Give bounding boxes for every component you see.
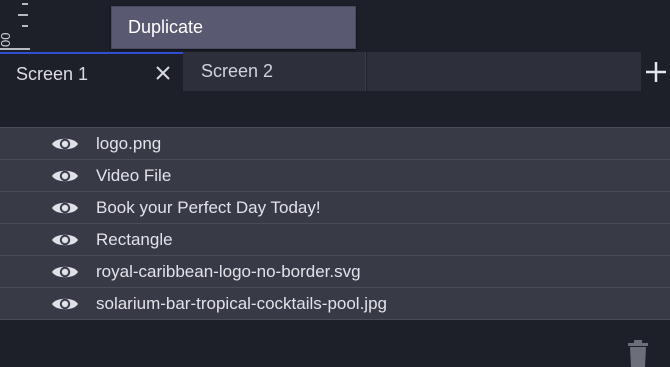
layer-name: logo.png bbox=[96, 134, 162, 153]
tab-screen-1[interactable]: Screen 1 bbox=[0, 52, 183, 91]
eye-icon[interactable] bbox=[51, 135, 79, 153]
eye-icon[interactable] bbox=[51, 167, 79, 185]
ruler-label: 00 bbox=[0, 32, 13, 47]
ruler-tick bbox=[22, 3, 28, 5]
tab-bar-empty-area bbox=[367, 52, 641, 91]
ruler-tick bbox=[22, 25, 28, 27]
editor-panel: 00 Duplicate Screen 1 Screen 2 logo.png … bbox=[0, 0, 670, 367]
layer-row[interactable]: royal-caribbean-logo-no-border.svg bbox=[0, 255, 670, 287]
eye-icon[interactable] bbox=[51, 199, 79, 217]
layer-row[interactable]: logo.png bbox=[0, 127, 670, 159]
eye-icon[interactable] bbox=[51, 295, 79, 313]
layer-row[interactable]: Video File bbox=[0, 159, 670, 191]
tab-label: Screen 2 bbox=[201, 61, 274, 81]
layer-name: Book your Perfect Day Today! bbox=[96, 198, 321, 217]
context-menu: Duplicate bbox=[111, 6, 356, 49]
layer-row[interactable]: solarium-bar-tropical-cocktails-pool.jpg bbox=[0, 287, 670, 320]
layer-name: Video File bbox=[96, 166, 172, 185]
plus-icon[interactable] bbox=[643, 58, 669, 86]
tab-screen-2[interactable]: Screen 2 bbox=[183, 52, 366, 91]
trash-icon[interactable] bbox=[627, 340, 649, 367]
layer-name: Rectangle bbox=[96, 230, 173, 249]
vertical-ruler: 00 bbox=[0, 0, 30, 52]
menu-item-duplicate[interactable]: Duplicate bbox=[128, 17, 203, 37]
close-icon[interactable] bbox=[154, 64, 172, 82]
layer-name: royal-caribbean-logo-no-border.svg bbox=[96, 262, 361, 281]
layer-name: solarium-bar-tropical-cocktails-pool.jpg bbox=[96, 294, 387, 313]
layer-row[interactable]: Rectangle bbox=[0, 223, 670, 255]
tab-label: Screen 1 bbox=[16, 64, 89, 84]
eye-icon[interactable] bbox=[51, 263, 79, 281]
layers-list: logo.png Video File Book your Perfect Da… bbox=[0, 127, 670, 320]
eye-icon[interactable] bbox=[51, 231, 79, 249]
layer-row[interactable]: Book your Perfect Day Today! bbox=[0, 191, 670, 223]
ruler-baseline bbox=[0, 48, 30, 50]
screen-tab-bar: Screen 1 Screen 2 bbox=[0, 52, 670, 91]
ruler-tick bbox=[18, 14, 28, 16]
